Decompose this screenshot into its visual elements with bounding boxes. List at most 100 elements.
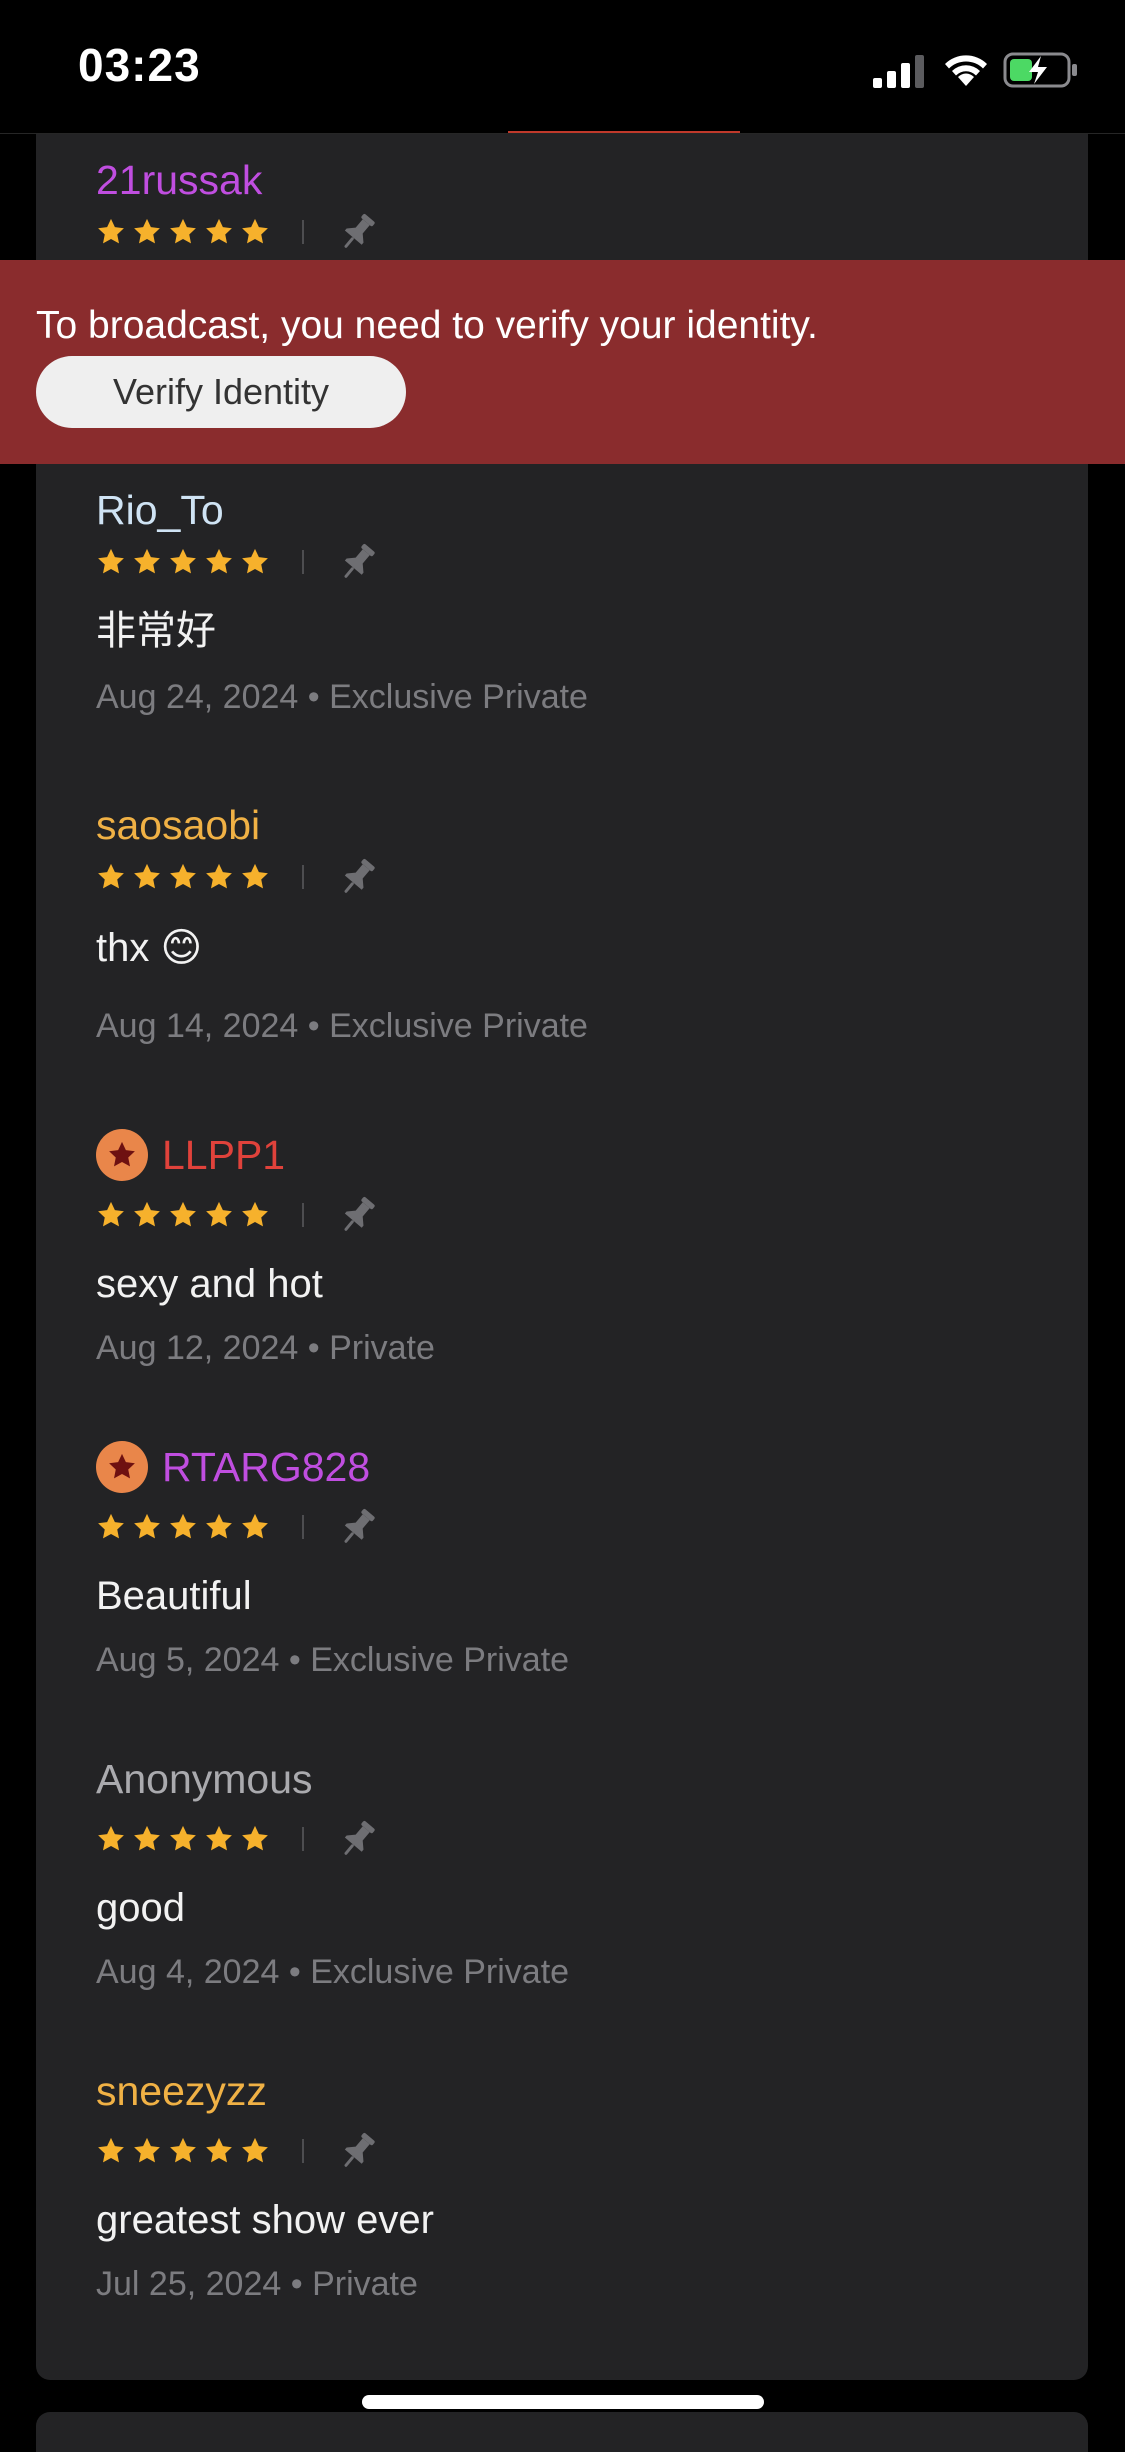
next-panel bbox=[36, 2412, 1088, 2452]
reviewer-username: Anonymous bbox=[96, 1755, 313, 1802]
star-icon bbox=[98, 1825, 124, 1851]
reviewer-name[interactable]: 21russak bbox=[96, 150, 1056, 210]
review-item: Rio_To 非常好 Aug 24, 2024 • Exclusive Priv… bbox=[96, 480, 1056, 714]
verify-identity-button[interactable]: Verify Identity bbox=[36, 356, 406, 428]
star-icon bbox=[98, 218, 124, 244]
review-type: Private bbox=[329, 1329, 435, 1367]
rating-row bbox=[96, 851, 380, 903]
review-text: thx 😊 bbox=[96, 926, 203, 970]
rating-row bbox=[96, 1813, 380, 1865]
star-icon bbox=[206, 2137, 232, 2163]
review-text: Beautiful bbox=[96, 1574, 252, 1618]
star-icon bbox=[98, 1201, 124, 1227]
pin-icon[interactable] bbox=[336, 1505, 380, 1549]
review-date: Aug 24, 2024 bbox=[96, 678, 299, 716]
review-meta: Aug 14, 2024 • Exclusive Private bbox=[96, 1009, 588, 1043]
pin-icon[interactable] bbox=[336, 855, 380, 899]
star-icon bbox=[134, 1825, 160, 1851]
status-bar: 03:23 bbox=[0, 0, 1125, 134]
meta-separator: • bbox=[281, 2265, 313, 2303]
pin-icon[interactable] bbox=[336, 210, 380, 254]
star-badge-icon bbox=[96, 1129, 148, 1181]
rating-row bbox=[96, 2125, 380, 2177]
reviewer-username: saosaobi bbox=[96, 801, 261, 848]
meta-separator: • bbox=[298, 1007, 330, 1045]
star-icon bbox=[242, 1825, 268, 1851]
review-type: Private bbox=[312, 2265, 418, 2303]
star-icon bbox=[134, 863, 160, 889]
review-meta: Jul 25, 2024 • Private bbox=[96, 2267, 418, 2301]
review-item: RTARG828 Beautiful Aug 5, 2024 • Exclusi… bbox=[96, 1437, 1056, 1677]
verify-identity-banner: To broadcast, you need to verify your id… bbox=[0, 260, 1125, 464]
review-date: Aug 4, 2024 bbox=[96, 1953, 280, 1991]
review-meta: Aug 4, 2024 • Exclusive Private bbox=[96, 1955, 569, 1989]
review-item: saosaobi thx 😊 Aug 14, 2024 • Exclusive … bbox=[96, 795, 1056, 1043]
review-text: good bbox=[96, 1886, 185, 1930]
review-text: 非常好 bbox=[96, 609, 216, 653]
star-icon bbox=[170, 863, 196, 889]
review-type: Exclusive Private bbox=[310, 1641, 570, 1679]
star-icon bbox=[134, 2137, 160, 2163]
star-icon bbox=[242, 863, 268, 889]
meta-separator: • bbox=[298, 1329, 330, 1367]
active-tab-indicator bbox=[508, 131, 740, 133]
review-meta: Aug 12, 2024 • Private bbox=[96, 1331, 435, 1365]
review-item: Anonymous good Aug 4, 2024 • Exclusive P… bbox=[96, 1749, 1056, 1989]
star-icon bbox=[170, 218, 196, 244]
star-icon bbox=[170, 1513, 196, 1539]
reviewer-name[interactable]: saosaobi bbox=[96, 795, 1056, 855]
home-indicator[interactable] bbox=[362, 2395, 764, 2409]
star-icon bbox=[206, 1513, 232, 1539]
star-icon bbox=[170, 2137, 196, 2163]
review-meta: Aug 5, 2024 • Exclusive Private bbox=[96, 1643, 569, 1677]
meta-separator: • bbox=[279, 1953, 311, 1991]
reviewer-name[interactable]: Anonymous bbox=[96, 1749, 1056, 1809]
review-text: greatest show ever bbox=[96, 2198, 434, 2242]
review-type: Exclusive Private bbox=[329, 1007, 588, 1045]
reviewer-username: Rio_To bbox=[96, 486, 224, 533]
rating-divider bbox=[302, 1827, 304, 1851]
star-icon bbox=[242, 2137, 268, 2163]
review-date: Aug 5, 2024 bbox=[96, 1641, 280, 1679]
reviewer-name[interactable]: LLPP1 bbox=[96, 1125, 1056, 1185]
meta-separator: • bbox=[298, 678, 330, 716]
pin-icon[interactable] bbox=[336, 1193, 380, 1237]
review-date: Aug 12, 2024 bbox=[96, 1329, 299, 1367]
reviewer-name[interactable]: Rio_To bbox=[96, 480, 1056, 540]
star-icon bbox=[242, 218, 268, 244]
rating-divider bbox=[302, 1203, 304, 1227]
status-icons bbox=[873, 48, 1083, 88]
star-icon bbox=[134, 548, 160, 574]
star-icon bbox=[134, 1201, 160, 1227]
rating-row bbox=[96, 1501, 380, 1553]
star-icon bbox=[206, 863, 232, 889]
star-icon bbox=[206, 548, 232, 574]
reviewer-name[interactable]: RTARG828 bbox=[96, 1437, 1056, 1497]
reviews-panel: 21russak Rio_To 非常好 Aug 24, 2024 • Exclu… bbox=[36, 134, 1088, 2380]
review-meta: Aug 24, 2024 • Exclusive Private bbox=[96, 680, 588, 714]
status-time: 03:23 bbox=[78, 39, 201, 91]
star-icon bbox=[242, 1201, 268, 1227]
banner-message: To broadcast, you need to verify your id… bbox=[36, 304, 818, 347]
rating-row bbox=[96, 536, 380, 588]
review-item: 21russak bbox=[96, 150, 1056, 248]
pin-icon[interactable] bbox=[336, 540, 380, 584]
reviewer-username: 21russak bbox=[96, 156, 263, 203]
rating-divider bbox=[302, 220, 304, 244]
pin-icon[interactable] bbox=[336, 2129, 380, 2173]
review-date: Jul 25, 2024 bbox=[96, 2265, 282, 2303]
star-icon bbox=[206, 1825, 232, 1851]
review-type: Exclusive Private bbox=[329, 678, 588, 716]
star-icon bbox=[242, 1513, 268, 1539]
star-icon bbox=[98, 548, 124, 574]
star-icon bbox=[98, 2137, 124, 2163]
star-icon bbox=[242, 548, 268, 574]
star-icon bbox=[98, 1513, 124, 1539]
star-icon bbox=[98, 863, 124, 889]
star-icon bbox=[206, 218, 232, 244]
rating-row bbox=[96, 1189, 380, 1241]
review-date: Aug 14, 2024 bbox=[96, 1007, 299, 1045]
pin-icon[interactable] bbox=[336, 1817, 380, 1861]
review-type: Exclusive Private bbox=[310, 1953, 570, 1991]
reviewer-name[interactable]: sneezyzz bbox=[96, 2061, 1056, 2121]
